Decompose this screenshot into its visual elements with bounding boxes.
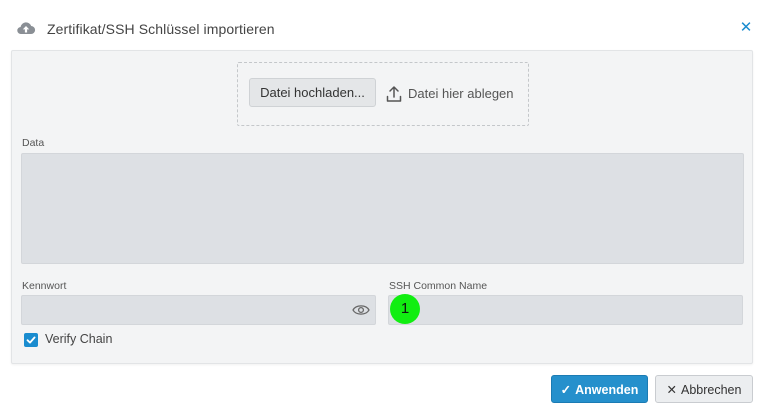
eye-icon[interactable]	[352, 303, 370, 317]
verify-chain-label: Verify Chain	[45, 332, 113, 346]
check-icon: ✓	[560, 382, 572, 397]
upload-icon	[386, 86, 402, 102]
ssh-common-name-field[interactable]	[388, 295, 743, 325]
drop-label: Datei hier ablegen	[408, 86, 514, 101]
apply-button[interactable]: ✓ Anwenden	[551, 375, 648, 403]
dialog-title: Zertifikat/SSH Schlüssel importieren	[47, 21, 275, 37]
file-dropzone[interactable]: Datei hochladen... Datei hier ablegen	[237, 62, 529, 126]
ssh-common-name-label: SSH Common Name	[389, 280, 488, 292]
cancel-label: Abbrechen	[681, 382, 742, 397]
import-panel: Datei hochladen... Datei hier ablegen Da…	[11, 50, 753, 364]
cloud-upload-icon	[17, 22, 36, 35]
close-small-icon: ✕	[666, 382, 677, 397]
cancel-button[interactable]: ✕ Abbrechen	[655, 375, 753, 403]
apply-label: Anwenden	[575, 382, 639, 397]
password-field[interactable]	[21, 295, 376, 325]
upload-file-button[interactable]: Datei hochladen...	[249, 78, 376, 107]
annotation-marker: 1	[390, 294, 420, 324]
password-label: Kennwort	[22, 280, 67, 292]
data-textarea[interactable]	[21, 153, 744, 264]
data-label: Data	[22, 137, 45, 149]
close-icon[interactable]: ✕	[738, 19, 754, 37]
checkbox-checked-icon[interactable]	[24, 333, 38, 347]
